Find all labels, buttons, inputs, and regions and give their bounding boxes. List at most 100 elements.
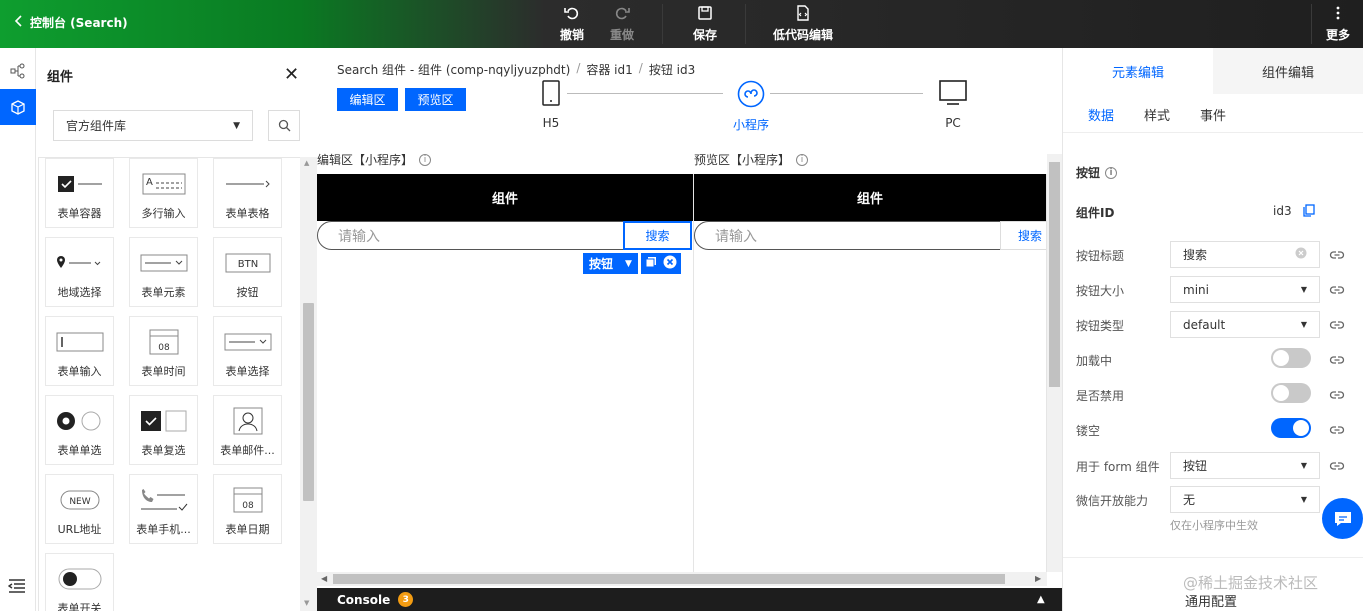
breadcrumb-item[interactable]: Search 组件 - 组件 (comp-nqyljyuzphdt) <box>337 61 570 78</box>
edit-phone: 组件 请输入 搜索 按钮 ▼ <box>317 174 694 572</box>
component-item[interactable]: 表单输入 <box>45 316 114 386</box>
component-item[interactable]: 表单邮件... <box>213 395 282 465</box>
wechat-ability-select[interactable]: 无 ▼ <box>1170 486 1320 513</box>
breadcrumb: Search 组件 - 组件 (comp-nqyljyuzphdt) / 容器 … <box>337 61 696 78</box>
subtab-style[interactable]: 样式 <box>1144 105 1170 124</box>
clear-icon[interactable] <box>1295 247 1307 262</box>
component-item[interactable]: A 多行输入 <box>129 158 198 228</box>
prop-loading-label: 加载中 <box>1076 354 1113 368</box>
svg-text:08: 08 <box>158 343 170 353</box>
info-icon[interactable]: i <box>1105 166 1118 179</box>
more-button[interactable]: 更多 <box>1322 4 1354 44</box>
preview-area-button[interactable]: 预览区 <box>405 88 466 111</box>
component-id-label: 组件ID <box>1076 206 1115 220</box>
link-icon[interactable] <box>1329 458 1345 474</box>
miniprogram-icon <box>737 80 765 108</box>
component-item[interactable]: 表单容器 <box>45 158 114 228</box>
button-type-select[interactable]: default ▼ <box>1170 311 1320 338</box>
link-icon[interactable] <box>1329 282 1345 298</box>
undo-button[interactable]: 撤销 <box>553 4 591 44</box>
prop-form-label: 用于 form 组件 <box>1076 460 1160 474</box>
button-size-select[interactable]: mini ▼ <box>1170 276 1320 303</box>
component-item[interactable]: NEW URL地址 <box>45 474 114 544</box>
library-select[interactable]: 官方组件库 ▼ <box>53 110 253 141</box>
chat-button[interactable] <box>1322 498 1363 539</box>
component-item[interactable]: 表单单选 <box>45 395 114 465</box>
link-icon[interactable] <box>1329 317 1345 333</box>
component-item[interactable]: 地域选择 <box>45 237 114 307</box>
search-button[interactable]: 搜索 <box>1000 221 1046 250</box>
breadcrumb-item[interactable]: 容器 id1 <box>586 61 632 78</box>
component-item[interactable]: 08 表单日期 <box>213 474 282 544</box>
common-config-label[interactable]: 通用配置 <box>1185 591 1237 610</box>
lowcode-edit-button[interactable]: 低代码编辑 <box>770 4 836 44</box>
copy-icon[interactable] <box>645 256 657 271</box>
info-icon[interactable]: i <box>796 153 809 166</box>
top-bar: 控制台 (Search) 撤销 重做 保存 低代码编辑 更多 <box>0 0 1363 48</box>
search-button-selected[interactable]: 搜索 <box>623 221 692 250</box>
canvas-horizontal-scrollbar[interactable]: ◀ ▶ <box>317 572 1047 586</box>
back-title[interactable]: 控制台 (Search) <box>14 14 128 31</box>
form-type-select[interactable]: 按钮 ▼ <box>1170 452 1320 479</box>
link-icon[interactable] <box>1329 352 1345 368</box>
caret-down-icon: ▼ <box>1300 461 1307 470</box>
radio-icon <box>46 406 113 436</box>
device-miniprogram[interactable]: 小程序 <box>729 80 773 133</box>
link-icon[interactable] <box>1329 387 1345 403</box>
component-item[interactable]: BTN 按钮 <box>213 237 282 307</box>
collapse-menu-icon[interactable] <box>7 578 26 597</box>
redo-button[interactable]: 重做 <box>603 4 641 44</box>
button-icon: BTN <box>214 248 281 278</box>
breadcrumb-item[interactable]: 按钮 id3 <box>649 61 695 78</box>
preview-area-label: 预览区【小程序】 i <box>694 151 809 168</box>
form-input-icon <box>46 327 113 357</box>
component-item[interactable]: 表单表格 <box>213 158 282 228</box>
component-item[interactable]: 表单选择 <box>213 316 282 386</box>
subtab-data[interactable]: 数据 <box>1088 105 1114 124</box>
loading-toggle[interactable] <box>1271 348 1311 368</box>
tree-icon <box>10 63 25 79</box>
redo-icon <box>615 7 630 20</box>
device-pc[interactable]: PC <box>939 80 967 130</box>
close-icon[interactable]: ✕ <box>284 64 299 85</box>
copy-icon[interactable] <box>1303 204 1315 220</box>
component-item[interactable]: 表单开关 <box>45 553 114 611</box>
component-item[interactable]: 08 表单时间 <box>129 316 198 386</box>
chevron-up-icon[interactable]: ▲ <box>1037 594 1045 605</box>
subtab-event[interactable]: 事件 <box>1200 105 1226 124</box>
selection-toolbar: 按钮 ▼ <box>583 253 681 274</box>
panel-scrollbar[interactable]: ▲ ▼ <box>300 157 317 611</box>
delete-circle-icon[interactable] <box>663 255 677 272</box>
component-item[interactable]: 表单手机... <box>129 474 198 544</box>
selected-component-tag[interactable]: 按钮 ▼ <box>583 253 638 274</box>
console-bar[interactable]: Console 3 ▲ <box>317 588 1062 611</box>
component-item[interactable]: 表单复选 <box>129 395 198 465</box>
disabled-toggle[interactable] <box>1271 383 1311 403</box>
nav-components[interactable] <box>0 89 36 125</box>
device-h5[interactable]: H5 <box>540 80 562 130</box>
prop-wechat-label: 微信开放能力 <box>1076 494 1149 508</box>
info-icon[interactable]: i <box>419 153 432 166</box>
save-button[interactable]: 保存 <box>686 4 724 44</box>
link-icon[interactable] <box>1329 422 1345 438</box>
component-item[interactable]: 表单元素 <box>129 237 198 307</box>
canvas-vertical-scrollbar[interactable] <box>1047 154 1062 572</box>
components-panel: 组件 ✕ 官方组件库 ▼ 表单容器 A 多行输入 表单表格 地域选择 表单元素 <box>36 48 317 611</box>
wechat-hint: 仅在小程序中生效 <box>1170 519 1258 532</box>
caret-down-icon: ▼ <box>1300 320 1307 329</box>
tab-element-edit[interactable]: 元素编辑 <box>1063 48 1213 94</box>
link-icon[interactable] <box>1329 247 1345 263</box>
search-button[interactable] <box>268 110 300 141</box>
url-icon: NEW <box>46 485 113 515</box>
caret-down-icon: ▼ <box>1300 495 1307 504</box>
phone-nav-title: 组件 <box>694 174 1046 221</box>
button-title-input[interactable]: 搜索 <box>1170 241 1320 268</box>
tab-component-edit[interactable]: 组件编辑 <box>1213 48 1363 94</box>
hollow-toggle[interactable] <box>1271 418 1311 438</box>
caret-down-icon: ▼ <box>233 120 240 131</box>
search-row: 请输入 搜索 <box>694 221 1046 251</box>
checkbox-icon <box>130 406 197 436</box>
nav-tree[interactable] <box>0 53 36 89</box>
edit-area-button[interactable]: 编辑区 <box>337 88 398 111</box>
search-input[interactable]: 请输入 <box>694 221 1046 250</box>
